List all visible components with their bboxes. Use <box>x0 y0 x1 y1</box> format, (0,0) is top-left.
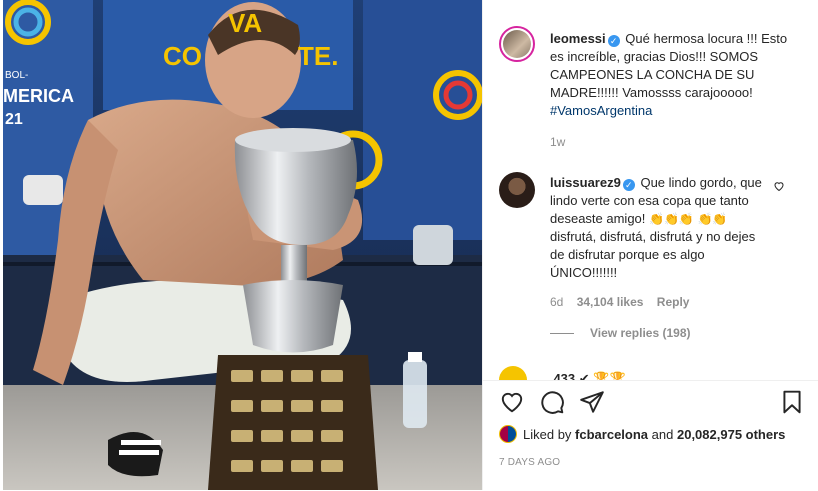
photo-illustration: VA CO TE. BOL- MERICA 21 <box>3 0 482 490</box>
banner-text-3: TE. <box>298 41 338 71</box>
left-text-3: 21 <box>5 111 23 128</box>
comment-username[interactable]: luissuarez9 <box>550 175 621 190</box>
partial-next-comment: 433 ✔ 🏆🏆 <box>499 366 799 380</box>
caption-hashtag[interactable]: #VamosArgentina <box>550 103 652 118</box>
caption: leomessi ✓ Qué hermosa locura !!! Esto es… <box>550 30 788 120</box>
action-bar: Liked by fcbarcelona and 20,082,975 othe… <box>483 380 818 491</box>
comment-reply-button[interactable]: Reply <box>657 295 690 309</box>
left-text-2: MERICA <box>3 86 74 106</box>
banner-text-2: CO <box>163 41 202 71</box>
instagram-post: VA CO TE. BOL- MERICA 21 leomessi ✓ Qué h… <box>0 0 818 491</box>
left-text-1: BOL- <box>5 70 28 81</box>
comment-meta: 6d 34,104 likes Reply <box>550 295 689 309</box>
comment-text-2: disfrutá, disfrutá, disfrutá y no dejes … <box>550 229 756 280</box>
likes-account[interactable]: fcbarcelona <box>575 427 648 442</box>
likes-count[interactable]: 20,082,975 others <box>677 427 785 442</box>
comment: luissuarez9 ✓ Que lindo gordo, que lindo … <box>550 174 770 282</box>
comment-icon[interactable] <box>539 389 565 415</box>
clap-emoji-1: 👏👏👏 <box>649 212 694 226</box>
view-replies-button[interactable]: View replies (198) <box>550 326 691 340</box>
comment-like-heart-icon[interactable] <box>773 180 785 192</box>
share-icon[interactable] <box>579 389 605 415</box>
comment-likes[interactable]: 34,104 likes <box>577 295 644 309</box>
verified-icon: ✓ <box>622 179 635 191</box>
caption-username[interactable]: leomessi <box>550 31 606 46</box>
comment-age: 6d <box>550 295 564 309</box>
clap-emoji-2: 👏👏 <box>697 212 728 226</box>
post-photo[interactable]: VA CO TE. BOL- MERICA 21 <box>3 0 482 490</box>
view-replies-label: View replies (198) <box>590 326 691 340</box>
likes-prefix: Liked by <box>523 427 572 442</box>
likes-summary: Liked by fcbarcelona and 20,082,975 othe… <box>499 425 785 443</box>
heart-icon[interactable] <box>499 389 525 415</box>
next-comment-text: 433 ✔ 🏆🏆 <box>553 371 626 380</box>
fcbarcelona-avatar[interactable] <box>499 425 517 443</box>
post-timestamp[interactable]: 7 DAYS AGO <box>499 457 560 468</box>
verified-icon: ✓ <box>607 35 620 47</box>
leomessi-avatar[interactable] <box>499 26 535 62</box>
replies-divider <box>550 333 574 335</box>
bookmark-icon[interactable] <box>779 389 805 415</box>
luissuarez9-avatar[interactable] <box>499 172 535 208</box>
caption-age: 1w <box>550 135 566 149</box>
next-comment-avatar[interactable] <box>499 366 527 380</box>
likes-conjunction: and <box>651 427 674 442</box>
post-sidebar: leomessi ✓ Qué hermosa locura !!! Esto es… <box>482 0 818 491</box>
banner-text-1: VA <box>228 8 262 38</box>
